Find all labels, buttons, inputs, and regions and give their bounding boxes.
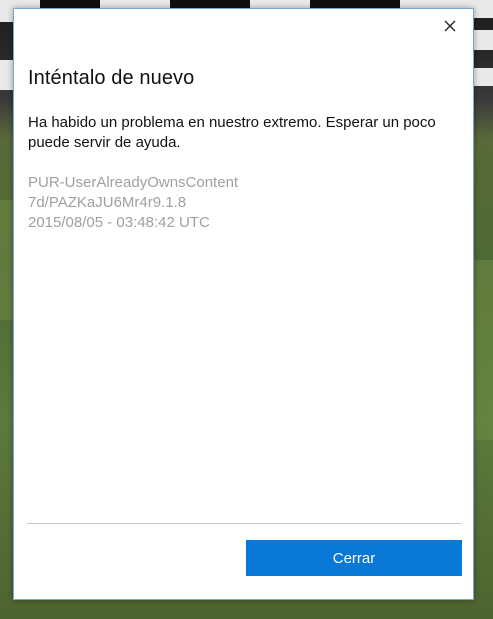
error-reference: 7d/PAZKaJU6Mr4r9.1.8 (28, 194, 187, 211)
dialog-title: Inténtalo de nuevo (28, 67, 195, 89)
background-block (474, 260, 493, 440)
close-button[interactable] (437, 15, 463, 37)
background-block (0, 200, 13, 320)
footer-divider (27, 523, 462, 524)
error-details: PUR-UserAlreadyOwnsContent 7d/PAZKaJU6Mr… (28, 173, 238, 233)
close-icon (444, 20, 456, 32)
background-block (0, 60, 13, 90)
error-code: PUR-UserAlreadyOwnsContent (28, 174, 239, 191)
error-timestamp: 2015/08/05 - 03:48:42 UTC (28, 214, 210, 231)
close-dialog-button[interactable]: Cerrar (246, 540, 462, 576)
background-block (474, 30, 493, 50)
background-block (474, 68, 493, 86)
error-dialog: Inténtalo de nuevo Ha habido un problema… (13, 8, 474, 600)
error-message: Ha habido un problema en nuestro extremo… (28, 114, 436, 151)
